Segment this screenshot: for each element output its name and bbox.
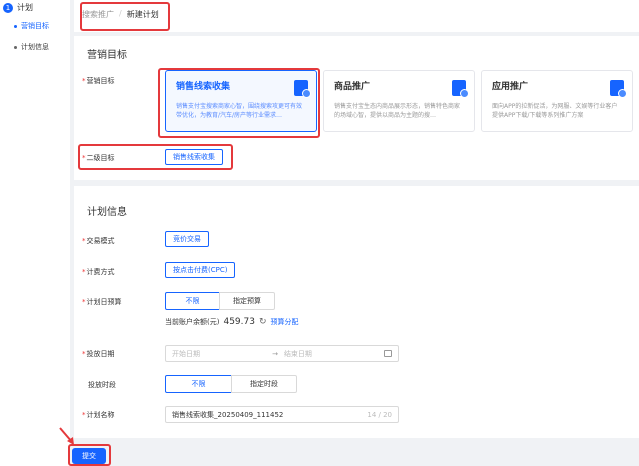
step-plan[interactable]: 1 计划 — [3, 2, 33, 13]
goal-title: 商品推广 — [334, 82, 371, 92]
shopping-bag-icon — [452, 80, 469, 98]
required-asterisk: * — [82, 298, 86, 306]
period-option-specified[interactable]: 指定时段 — [231, 375, 297, 393]
app-phone-icon — [610, 80, 627, 98]
start-date-input[interactable]: 开始日期 — [172, 349, 200, 359]
date-range-picker[interactable]: 开始日期 → 结束日期 — [165, 345, 399, 362]
step-label: 计划 — [17, 3, 33, 12]
sidebar-item-marketing-goal[interactable]: 营销目标 — [14, 21, 49, 31]
breadcrumb-bar: 搜索推广 / 新建计划 — [74, 0, 639, 32]
required-asterisk: * — [82, 268, 86, 276]
goal-card-app-promotion[interactable]: 应用推广 面向APP的拉新促活，为网服、文娱等行业客户提供APP下载/下载等系列… — [481, 70, 633, 132]
section-title: 计划信息 — [87, 207, 127, 218]
delivery-period-toggle: 不限 指定时段 — [165, 375, 297, 393]
bullet-icon — [14, 24, 17, 28]
bullet-icon — [14, 45, 17, 49]
required-asterisk: * — [82, 237, 86, 245]
lead-form-icon — [294, 80, 311, 98]
refresh-icon[interactable]: ↻ — [259, 317, 267, 327]
sidebar-item-plan-info[interactable]: 计划信息 — [14, 42, 49, 52]
required-asterisk: * — [82, 411, 86, 419]
plan-name-input[interactable]: 销售线索收集_20250409_111452 14 / 20 — [165, 406, 399, 423]
plan-name-value: 销售线索收集_20250409_111452 — [172, 410, 284, 419]
breadcrumb-current: 新建计划 — [126, 10, 159, 19]
billing-label: *计费方式 — [82, 268, 115, 276]
billing-option[interactable]: 按点击付费(CPC) — [165, 262, 236, 278]
trade-mode-option[interactable]: 竞价交易 — [165, 231, 209, 247]
sidebar-item-label: 计划信息 — [21, 43, 49, 51]
period-option-unlimited[interactable]: 不限 — [165, 375, 232, 393]
balance-label: 当前账户余额(元) — [165, 318, 220, 326]
budget-option-unlimited[interactable]: 不限 — [165, 292, 220, 310]
marketing-goal-section: 营销目标 *营销目标 销售线索收集 销售支付宝搜索商家心智，围绕搜索攻更可有效带… — [74, 36, 639, 180]
delivery-period-label: 投放时段 — [88, 381, 116, 389]
goal-title: 应用推广 — [492, 82, 529, 92]
side-nav: 1 计划 营销目标 计划信息 — [0, 0, 70, 466]
plan-name-label: *计划名称 — [82, 411, 115, 419]
account-balance: 当前账户余额(元) 459.73 ↻ 预算分配 — [165, 317, 299, 327]
section-title: 营销目标 — [87, 50, 127, 61]
breadcrumb-parent[interactable]: 搜索推广 — [82, 9, 114, 20]
delivery-date-label: *投放日期 — [82, 350, 115, 358]
goal-label: *营销目标 — [82, 77, 115, 85]
secondary-goal-option[interactable]: 销售线索收集 — [165, 149, 223, 165]
submit-button[interactable]: 提交 — [72, 448, 106, 464]
trade-mode-label: *交易模式 — [82, 237, 115, 245]
arrow-right-icon: → — [272, 349, 278, 358]
step-number-badge: 1 — [3, 2, 13, 13]
breadcrumb-separator: / — [119, 9, 122, 18]
goal-description: 销售支付宝生态内商品展示形态，销售特色商家的场域心智，提供以商品为主题的搜… — [334, 103, 461, 119]
required-asterisk: * — [82, 154, 86, 162]
daily-budget-label: *计划日预算 — [82, 298, 122, 306]
daily-budget-toggle: 不限 指定预算 — [165, 292, 275, 310]
breadcrumb: 搜索推广 / 新建计划 — [82, 9, 159, 20]
budget-allocation-link[interactable]: 预算分配 — [271, 317, 299, 327]
budget-option-specified[interactable]: 指定预算 — [219, 292, 275, 310]
end-date-input[interactable]: 结束日期 — [284, 349, 312, 359]
required-asterisk: * — [82, 350, 86, 358]
secondary-goal-label: *二级目标 — [82, 154, 115, 162]
character-count: 14 / 20 — [367, 410, 392, 419]
pointer-arrow-icon — [59, 427, 74, 445]
goal-card-product-promotion[interactable]: 商品推广 销售支付宝生态内商品展示形态，销售特色商家的场域心智，提供以商品为主题… — [323, 70, 475, 132]
goal-description: 销售支付宝搜索商家心智，围绕搜索攻更可有效带优化，为教育/汽车/房产等行业需求… — [176, 103, 303, 119]
required-asterisk: * — [82, 77, 86, 85]
plan-info-section: 计划信息 *交易模式 竞价交易 *计费方式 按点击付费(CPC) *计划日预算 … — [74, 186, 639, 438]
balance-value: 459.73 — [223, 317, 255, 327]
goal-title: 销售线索收集 — [176, 82, 231, 92]
sidebar-item-label: 营销目标 — [21, 22, 49, 30]
goal-description: 面向APP的拉新促活，为网服、文娱等行业客户提供APP下载/下载等系列推广方案 — [492, 103, 618, 119]
calendar-icon — [384, 350, 392, 357]
goal-card-lead-collection[interactable]: 销售线索收集 销售支付宝搜索商家心智，围绕搜索攻更可有效带优化，为教育/汽车/房… — [165, 70, 317, 132]
